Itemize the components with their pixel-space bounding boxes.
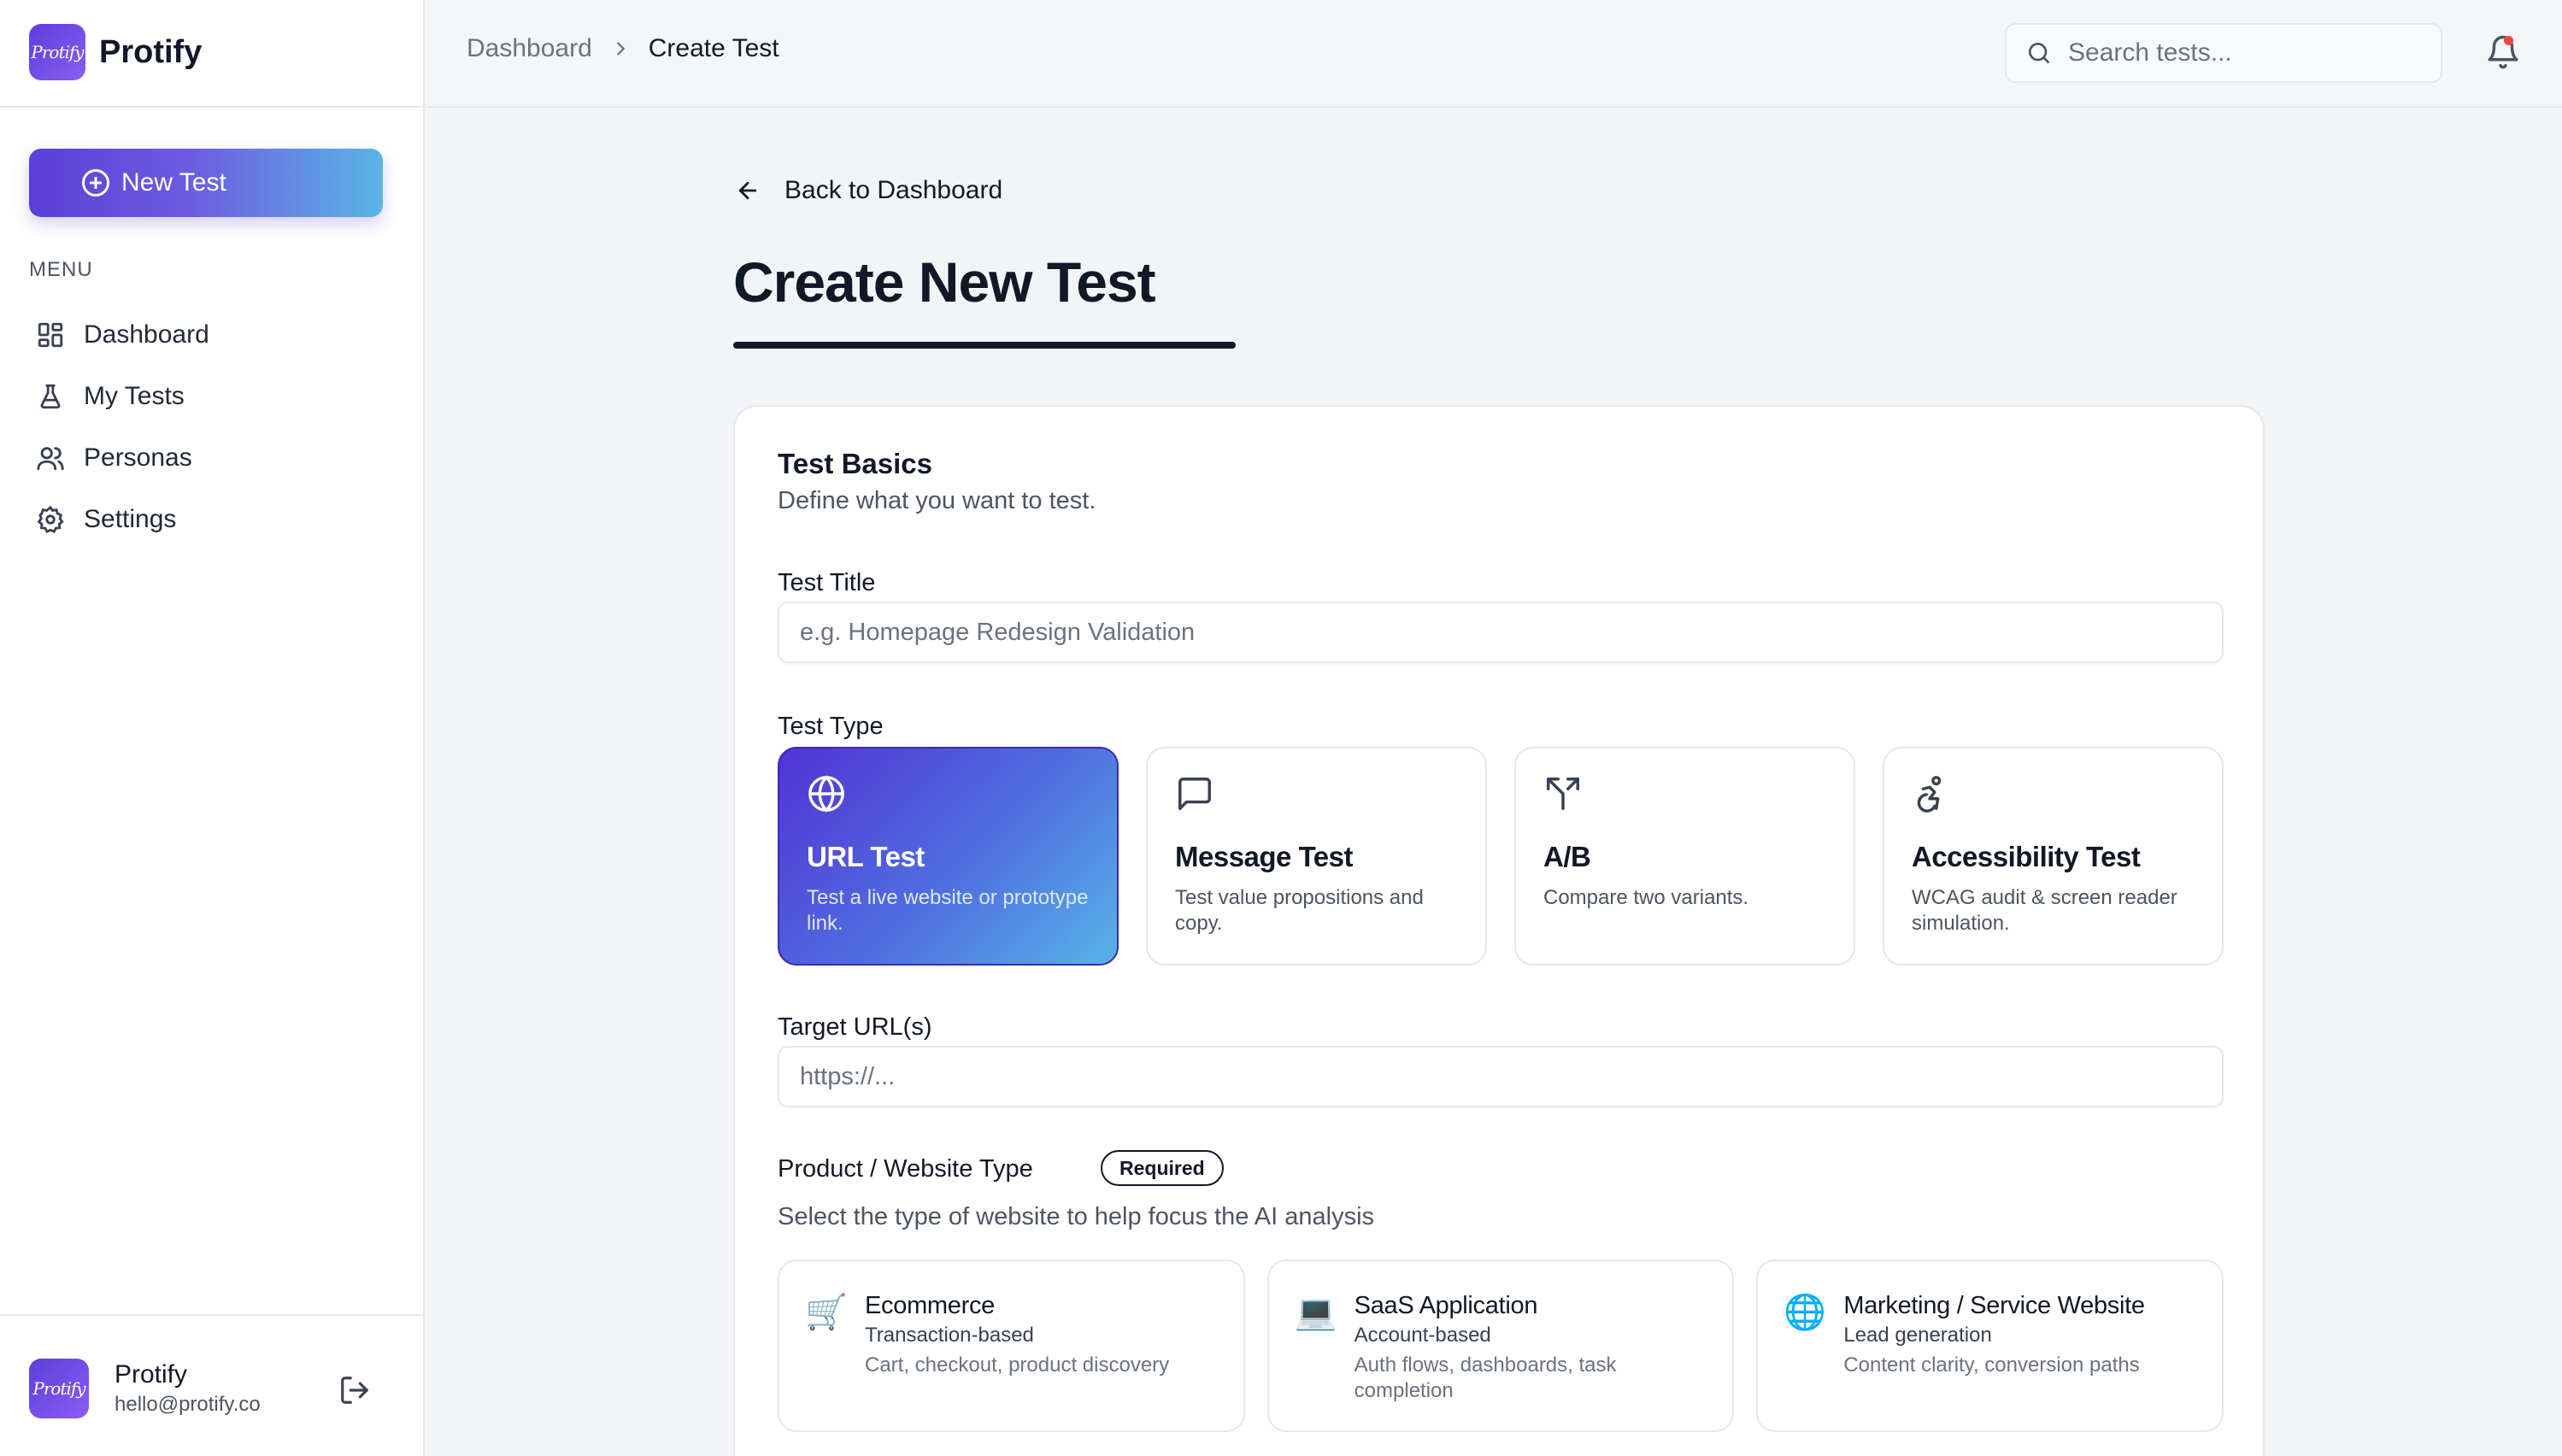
product-type-help: Select the type of website to help focus…	[778, 1203, 1375, 1230]
section-title: Test Basics	[778, 448, 932, 479]
flask-icon	[40, 384, 61, 409]
message-square-icon	[1178, 778, 1211, 810]
sidebar-divider	[0, 1314, 425, 1316]
product-type-options: 🛒 Ecommerce Transaction-based Cart, chec…	[778, 1259, 2224, 1432]
breadcrumb-current: Create Test	[648, 34, 779, 62]
bell-icon[interactable]	[2485, 34, 2521, 70]
page-title: Create New Test	[733, 250, 1156, 314]
breadcrumb-dashboard[interactable]: Dashboard	[467, 34, 592, 63]
product-type-saas[interactable]: 💻 SaaS Application Account-based Auth fl…	[1266, 1259, 1735, 1432]
gear-icon	[37, 505, 64, 533]
globe-emoji-icon: 🌐	[1783, 1294, 1827, 1331]
sidebar-item-settings[interactable]: Settings	[29, 489, 397, 550]
sidebar-item-my-tests[interactable]: My Tests	[29, 366, 397, 427]
test-type-ab[interactable]: A/B Compare two variants.	[1514, 747, 1855, 966]
product-title: Ecommerce	[865, 1292, 995, 1319]
arrow-left-icon	[738, 181, 757, 200]
type-title: URL Test	[807, 841, 925, 872]
title-underline	[733, 342, 1236, 349]
test-type-options: URL Test Test a live website or prototyp…	[778, 747, 2224, 966]
product-type-ecommerce[interactable]: 🛒 Ecommerce Transaction-based Cart, chec…	[778, 1259, 1245, 1432]
test-type-url[interactable]: URL Test Test a live website or prototyp…	[778, 747, 1119, 966]
search-icon	[2029, 43, 2049, 63]
back-to-dashboard-link[interactable]: Back to Dashboard	[735, 176, 1002, 205]
test-type-message[interactable]: Message Test Test value propositions and…	[1146, 747, 1487, 966]
type-title: A/B	[1543, 841, 1591, 872]
target-url-input[interactable]	[778, 1046, 2224, 1107]
product-description: Content clarity, conversion paths	[1843, 1353, 2140, 1377]
product-title: Marketing / Service Website	[1843, 1292, 2145, 1319]
type-description: Test a live website or prototype link.	[807, 886, 1089, 935]
profile-email: hello@protify.co	[115, 1393, 261, 1416]
product-type-label: Product / Website Type	[778, 1155, 1033, 1183]
avatar: Protify	[29, 1359, 89, 1418]
accessibility-icon	[1917, 776, 1942, 813]
notification-dot	[2504, 36, 2513, 45]
new-test-button[interactable]: New Test	[29, 149, 383, 217]
laptop-icon: 💻	[1294, 1294, 1337, 1331]
type-title: Message Test	[1175, 841, 1353, 872]
sidebar-item-personas[interactable]: Personas	[29, 427, 397, 489]
user-profile[interactable]: Protify Protify hello@protify.co	[29, 1359, 261, 1418]
type-description: Test value propositions and copy.	[1175, 886, 1424, 935]
product-description: Auth flows, dashboards, task completion	[1354, 1353, 1617, 1402]
sidebar-nav: Dashboard My Tests Personas Settings	[29, 304, 397, 550]
brand-name: Protify	[99, 33, 203, 70]
sidebar-item-label: Personas	[84, 443, 192, 472]
dashboard-grid-icon	[38, 322, 63, 348]
test-title-label: Test Title	[778, 569, 876, 596]
globe-icon	[808, 775, 844, 813]
sidebar: Protify Protify New Test MENU Dashboard …	[0, 0, 425, 1456]
search-box[interactable]	[2005, 23, 2442, 83]
test-type-accessibility[interactable]: Accessibility Test WCAG audit & screen r…	[1883, 747, 2224, 966]
sidebar-item-dashboard[interactable]: Dashboard	[29, 304, 397, 366]
shopping-cart-icon: 🛒	[805, 1294, 848, 1331]
required-badge: Required	[1101, 1150, 1224, 1186]
type-description: Compare two variants.	[1543, 886, 1749, 909]
menu-section-label: MENU	[29, 258, 93, 281]
test-type-label: Test Type	[778, 713, 884, 740]
type-title: Accessibility Test	[1912, 841, 2141, 872]
protify-logo: Protify	[29, 24, 85, 80]
product-subtitle: Account-based	[1354, 1324, 1491, 1347]
breadcrumb: Dashboard Create Test	[467, 34, 779, 63]
sidebar-divider	[0, 106, 425, 108]
product-description: Cart, checkout, product discovery	[865, 1353, 1170, 1377]
product-type-marketing[interactable]: 🌐 Marketing / Service Website Lead gener…	[1756, 1259, 2224, 1432]
logout-icon[interactable]	[338, 1374, 371, 1406]
sidebar-item-label: Dashboard	[84, 320, 209, 349]
product-subtitle: Transaction-based	[865, 1324, 1034, 1347]
target-url-label: Target URL(s)	[778, 1013, 932, 1041]
top-header: Dashboard Create Test	[426, 0, 2562, 108]
sidebar-item-label: Settings	[84, 505, 177, 533]
brand[interactable]: Protify Protify	[29, 24, 202, 80]
new-test-label: New Test	[121, 168, 226, 197]
profile-name: Protify	[115, 1360, 188, 1388]
users-icon	[37, 447, 64, 471]
back-label: Back to Dashboard	[784, 176, 1003, 204]
section-subtitle: Define what you want to test.	[778, 487, 1096, 514]
product-subtitle: Lead generation	[1843, 1324, 1992, 1347]
test-title-input[interactable]	[778, 602, 2224, 663]
product-title: SaaS Application	[1354, 1292, 1538, 1319]
search-input[interactable]	[2068, 38, 2427, 68]
chevron-right-icon	[616, 42, 626, 56]
test-basics-card: Test Basics Define what you want to test…	[733, 405, 2265, 1456]
sidebar-item-label: My Tests	[84, 382, 185, 410]
type-description: WCAG audit & screen reader simulation.	[1912, 886, 2177, 935]
plus-circle-icon	[82, 169, 109, 197]
split-arrows-icon	[1547, 778, 1579, 810]
